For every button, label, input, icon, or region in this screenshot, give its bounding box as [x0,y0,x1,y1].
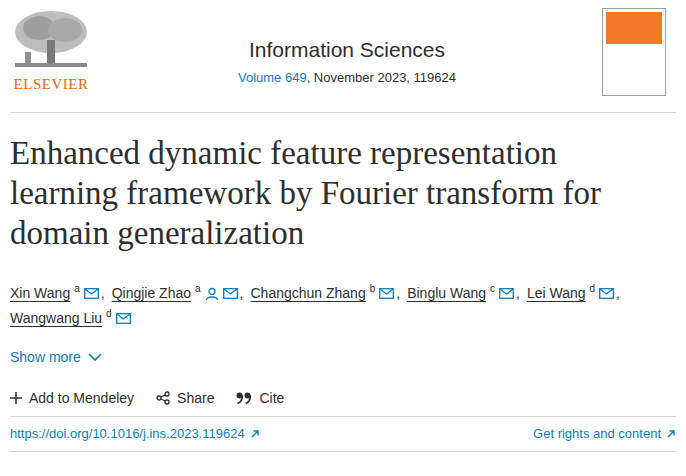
article-title: Enhanced dynamic feature representationl… [10,133,676,253]
author-name[interactable]: Binglu Wang [407,281,486,306]
author: Xin Wang a, [10,281,105,306]
email-icon[interactable] [84,288,99,299]
plus-icon [10,392,22,404]
publisher-name: ELSEVIER [14,76,89,93]
email-icon[interactable] [379,288,394,299]
author-list: Xin Wanga,Qingjie Zhaoa,Changchun Zhangb… [10,281,676,331]
share-icon [156,391,170,405]
show-more-button[interactable]: Show more [10,349,102,365]
doi-link[interactable]: https://doi.org/10.1016/j.ins.2023.11962… [10,426,260,441]
author-name[interactable]: Xin Wang [10,281,70,306]
title-line: domain generalization [10,213,676,253]
external-link-icon [250,429,260,439]
journal-info: Information Sciences Volume 649, November… [92,8,602,85]
author-separator: , [396,281,400,306]
author: Wangwang Liu d [10,306,133,331]
external-link-icon [666,429,676,439]
tree-icon [11,8,91,70]
author-separator: , [240,281,244,306]
affiliation-mark[interactable]: d [106,309,112,319]
cover-image [606,12,662,92]
author-separator: , [101,281,105,306]
journal-name[interactable]: Information Sciences [92,38,602,62]
journal-banner: ELSEVIERInformation Sciences Volume 649, … [10,0,676,112]
person-icon[interactable] [205,287,219,301]
divider [10,112,676,113]
affiliation-mark[interactable]: d [590,284,596,294]
divider [10,416,676,417]
affiliation-mark[interactable]: c [490,284,495,294]
author-name[interactable]: Wangwang Liu [10,306,102,331]
author: Qingjie Zhao a, [112,281,244,306]
author: Binglu Wang c, [407,281,520,306]
affiliation-mark[interactable]: a [74,284,80,294]
action-button[interactable]: Add to Mendeley [10,390,134,406]
volume-line: Volume 649, November 2023, 119624 [92,70,602,85]
author: Changchun Zhang b, [250,281,400,306]
quote-icon [236,392,252,404]
author-name[interactable]: Lei Wang [527,281,586,306]
link-row: https://doi.org/10.1016/j.ins.2023.11962… [10,417,676,451]
action-button[interactable]: Cite [236,390,284,406]
action-bar: Add to Mendeley Share Cite [10,390,676,416]
author-separator: , [516,281,520,306]
author-name[interactable]: Qingjie Zhao [112,281,191,306]
author-separator: , [616,281,620,306]
rights-link[interactable]: Get rights and content [533,426,676,441]
author-name[interactable]: Changchun Zhang [250,281,365,306]
chevron-down-icon [88,353,102,362]
title-line: learning framework by Fourier transform … [10,173,676,213]
email-icon[interactable] [116,313,131,324]
volume-link[interactable]: Volume 649 [238,70,307,85]
action-button[interactable]: Share [156,390,214,406]
email-icon[interactable] [223,288,238,299]
affiliation-mark[interactable]: a [195,284,201,294]
divider [10,451,676,452]
elsevier-logo[interactable]: ELSEVIER [10,8,92,93]
affiliation-mark[interactable]: b [370,284,376,294]
email-icon[interactable] [499,288,514,299]
article-header: ELSEVIERInformation Sciences Volume 649, … [0,0,686,476]
journal-cover[interactable] [602,8,666,96]
title-line: Enhanced dynamic feature representation [10,133,676,173]
author: Lei Wang d, [527,281,620,306]
email-icon[interactable] [599,288,614,299]
